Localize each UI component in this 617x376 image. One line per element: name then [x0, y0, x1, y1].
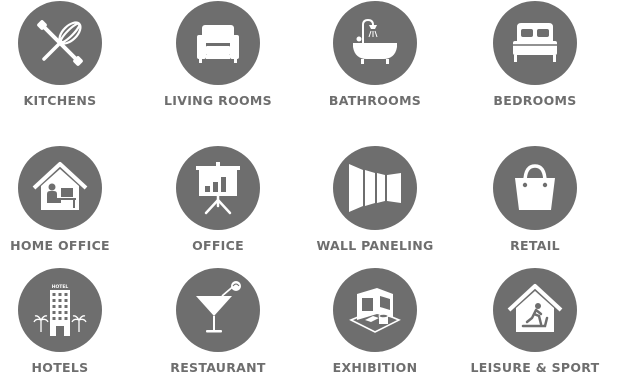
- whisk-rolling-pin-icon: [37, 20, 83, 66]
- icon-circle: [18, 1, 102, 85]
- wall-panels-icon: [349, 164, 401, 212]
- category-label: RETAIL: [510, 238, 560, 253]
- cocktail-glass-icon: [196, 281, 241, 333]
- category-bathrooms[interactable]: BATHROOMS: [300, 1, 450, 108]
- category-label: WALL PANELING: [316, 238, 434, 253]
- icon-circle: HOTEL: [18, 268, 102, 352]
- category-leisure-sport[interactable]: LEISURE & SPORT: [460, 268, 610, 375]
- category-office[interactable]: OFFICE: [143, 146, 293, 253]
- category-wall-paneling[interactable]: WALL PANELING: [300, 146, 450, 253]
- shopping-bag-icon: [515, 164, 555, 210]
- category-label: KITCHENS: [23, 93, 97, 108]
- category-living-rooms[interactable]: LIVING ROOMS: [143, 1, 293, 108]
- icon-circle: [18, 146, 102, 230]
- exhibition-booth-icon: [349, 288, 401, 333]
- presentation-board-icon: [196, 162, 240, 215]
- category-retail[interactable]: RETAIL: [460, 146, 610, 253]
- bed-icon: [513, 23, 557, 62]
- icon-circle: [333, 146, 417, 230]
- icon-circle: [333, 1, 417, 85]
- category-home-office[interactable]: HOME OFFICE: [0, 146, 135, 253]
- icon-circle: [176, 268, 260, 352]
- icon-circle: [493, 268, 577, 352]
- category-label: HOTELS: [31, 360, 89, 375]
- category-hotels[interactable]: HOTEL HOTELS: [0, 268, 135, 375]
- category-label: LIVING ROOMS: [164, 93, 272, 108]
- hotel-sign: HOTEL: [52, 284, 69, 290]
- category-label: HOME OFFICE: [10, 238, 110, 253]
- house-treadmill-icon: [507, 284, 563, 332]
- category-kitchens[interactable]: KITCHENS: [0, 1, 135, 108]
- icon-circle: [493, 1, 577, 85]
- hotel-building-icon: HOTEL: [33, 284, 87, 336]
- icon-circle: [493, 146, 577, 230]
- category-label: RESTAURANT: [170, 360, 266, 375]
- icon-circle: [333, 268, 417, 352]
- armchair-icon: [197, 25, 239, 63]
- category-label: EXHIBITION: [332, 360, 418, 375]
- category-label: OFFICE: [192, 238, 244, 253]
- icon-circle: [176, 146, 260, 230]
- category-label: LEISURE & SPORT: [470, 360, 600, 375]
- category-bedrooms[interactable]: BEDROOMS: [460, 1, 610, 108]
- category-label: BEDROOMS: [493, 93, 577, 108]
- bathtub-icon: [353, 18, 397, 64]
- category-restaurant[interactable]: RESTAURANT: [143, 268, 293, 375]
- category-exhibition[interactable]: EXHIBITION: [300, 268, 450, 375]
- house-desk-icon: [32, 162, 88, 210]
- icon-circle: [176, 1, 260, 85]
- category-label: BATHROOMS: [328, 93, 422, 108]
